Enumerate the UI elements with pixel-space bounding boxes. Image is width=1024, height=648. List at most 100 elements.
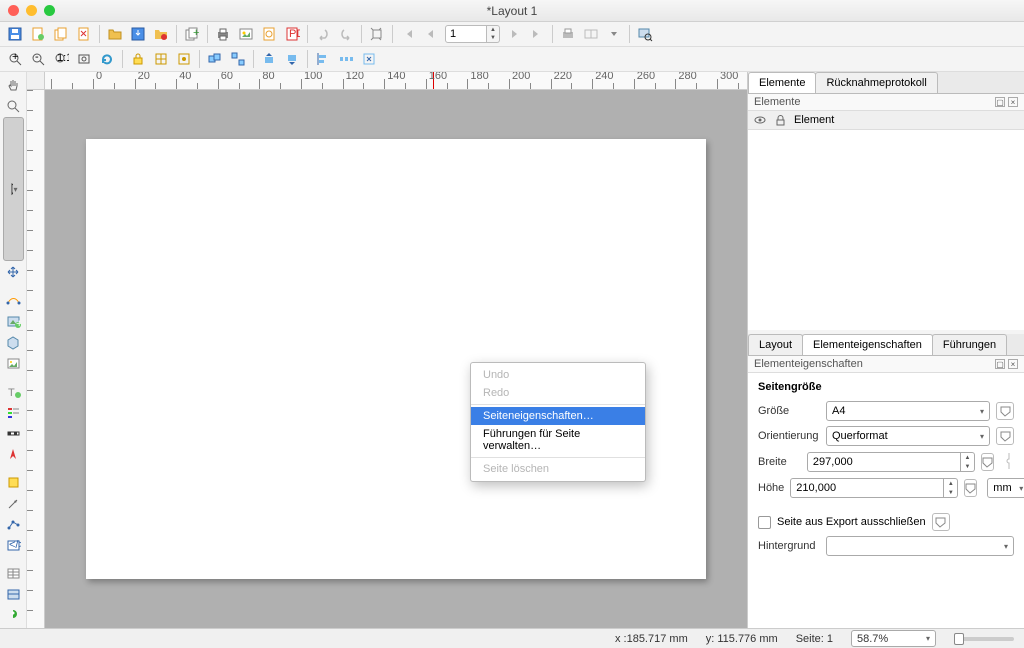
height-dd-icon[interactable] xyxy=(964,479,977,497)
size-select[interactable]: A4 xyxy=(826,401,990,421)
distribute-icon[interactable] xyxy=(335,49,357,70)
select-tool-icon[interactable] xyxy=(3,117,24,261)
close-window[interactable] xyxy=(8,5,19,16)
add-node-item-icon[interactable] xyxy=(3,514,24,534)
width-input[interactable]: ▲▼ xyxy=(807,452,975,472)
orient-dd-icon[interactable] xyxy=(996,427,1014,445)
print-icon[interactable] xyxy=(212,24,234,45)
delete-icon[interactable] xyxy=(73,24,95,45)
svg-text:+: + xyxy=(16,318,21,329)
duplicate-icon[interactable] xyxy=(50,24,72,45)
export-pdf-icon[interactable]: PDF xyxy=(281,24,303,45)
menu-undo: Undo xyxy=(471,366,645,384)
top-tabs: Elemente Rücknahmeprotokoll xyxy=(748,72,1024,94)
svg-text:</>: </> xyxy=(9,539,21,551)
export-svg-icon[interactable] xyxy=(258,24,280,45)
group-icon[interactable] xyxy=(204,49,226,70)
undock-icon[interactable]: ▢ xyxy=(995,359,1005,369)
zoom-in-icon[interactable]: + xyxy=(4,49,26,70)
edit-nodes-icon[interactable] xyxy=(3,290,24,310)
add-image-icon[interactable] xyxy=(3,353,24,373)
add-legend-icon[interactable] xyxy=(3,402,24,422)
exclude-checkbox[interactable] xyxy=(758,516,771,529)
tab-undo-log[interactable]: Rücknahmeprotokoll xyxy=(815,72,937,93)
zoom-select[interactable]: 58.7% xyxy=(851,630,936,647)
status-x: x :185.717 mm xyxy=(615,633,688,645)
window-title: *Layout 1 xyxy=(487,4,538,18)
zoom-fit-icon[interactable] xyxy=(73,49,95,70)
next-page-icon[interactable] xyxy=(503,24,525,45)
add-html-icon[interactable]: </> xyxy=(3,535,24,555)
tab-guides[interactable]: Führungen xyxy=(932,334,1007,355)
exclude-dd-icon[interactable] xyxy=(932,513,950,531)
save-as-icon[interactable] xyxy=(127,24,149,45)
size-dd-icon[interactable] xyxy=(996,402,1014,420)
minimize-window[interactable] xyxy=(26,5,37,16)
undock-icon[interactable]: ▢ xyxy=(995,97,1005,107)
last-page-icon[interactable] xyxy=(526,24,548,45)
add-marker-icon[interactable] xyxy=(3,605,24,625)
page-number-spin[interactable]: ▲▼ xyxy=(445,25,500,43)
raise-icon[interactable] xyxy=(258,49,280,70)
zoom-slider[interactable] xyxy=(954,637,1014,641)
menu-delete-page: Seite löschen xyxy=(471,460,645,478)
atlas-icon[interactable] xyxy=(580,24,602,45)
add-shape-icon[interactable] xyxy=(3,472,24,492)
atlas-dropdown-icon[interactable] xyxy=(603,24,625,45)
edit-item-icon[interactable] xyxy=(173,49,195,70)
show-grid-icon[interactable] xyxy=(150,49,172,70)
pan-tool-icon[interactable] xyxy=(3,75,24,95)
first-page-icon[interactable] xyxy=(397,24,419,45)
add-3d-map-icon[interactable] xyxy=(3,332,24,352)
add-page-icon[interactable]: + xyxy=(181,24,203,45)
add-arrow-icon[interactable] xyxy=(3,493,24,513)
export-image-icon[interactable] xyxy=(235,24,257,45)
add-north-arrow-icon[interactable] xyxy=(3,444,24,464)
add-map-icon[interactable]: + xyxy=(3,311,24,331)
resize-icon[interactable] xyxy=(358,49,380,70)
add-fixed-table-icon[interactable] xyxy=(3,584,24,604)
lock-ratio-icon[interactable] xyxy=(1004,451,1014,473)
ungroup-icon[interactable] xyxy=(227,49,249,70)
add-label-icon[interactable]: T xyxy=(3,381,24,401)
print2-icon[interactable] xyxy=(557,24,579,45)
elements-tree[interactable] xyxy=(748,130,1024,330)
move-content-icon[interactable] xyxy=(3,262,24,282)
canvas[interactable] xyxy=(45,90,747,628)
zoom-tool-icon[interactable] xyxy=(3,96,24,116)
orient-select[interactable]: Querformat xyxy=(826,426,990,446)
bg-select[interactable] xyxy=(826,536,1014,556)
status-bar: x :185.717 mm y: 115.776 mm Seite: 1 58.… xyxy=(0,628,1024,648)
width-dd-icon[interactable] xyxy=(981,453,994,471)
align-left-icon[interactable] xyxy=(312,49,334,70)
load-template-icon[interactable] xyxy=(150,24,172,45)
add-scalebar-icon[interactable] xyxy=(3,423,24,443)
svg-text:PDF: PDF xyxy=(289,28,300,40)
page[interactable] xyxy=(86,139,706,579)
zoom-extent-icon[interactable] xyxy=(366,24,388,45)
close-panel-icon[interactable]: × xyxy=(1008,359,1018,369)
menu-manage-guides[interactable]: Führungen für Seite verwalten… xyxy=(471,425,645,455)
lower-icon[interactable] xyxy=(281,49,303,70)
refresh-icon[interactable] xyxy=(96,49,118,70)
zoom-actual-icon[interactable]: 1:1 xyxy=(50,49,72,70)
menu-page-properties[interactable]: Seiteneigenschaften… xyxy=(471,407,645,425)
lock-layers-icon[interactable] xyxy=(127,49,149,70)
ruler-origin xyxy=(27,72,45,90)
new-layout-icon[interactable] xyxy=(27,24,49,45)
prev-page-icon[interactable] xyxy=(420,24,442,45)
undo-icon[interactable] xyxy=(312,24,334,45)
zoom-out-icon[interactable]: - xyxy=(27,49,49,70)
redo-icon[interactable] xyxy=(335,24,357,45)
maximize-window[interactable] xyxy=(44,5,55,16)
height-input[interactable]: ▲▼ xyxy=(790,478,958,498)
magnify-tool-icon[interactable] xyxy=(634,24,656,45)
save-icon[interactable] xyxy=(4,24,26,45)
tab-elements[interactable]: Elemente xyxy=(748,72,816,93)
open-folder-icon[interactable] xyxy=(104,24,126,45)
add-table-icon[interactable] xyxy=(3,563,24,583)
tab-layout[interactable]: Layout xyxy=(748,334,803,355)
unit-select[interactable]: mm xyxy=(987,478,1024,498)
close-panel-icon[interactable]: × xyxy=(1008,97,1018,107)
tab-item-props[interactable]: Elementeigenschaften xyxy=(802,334,933,355)
